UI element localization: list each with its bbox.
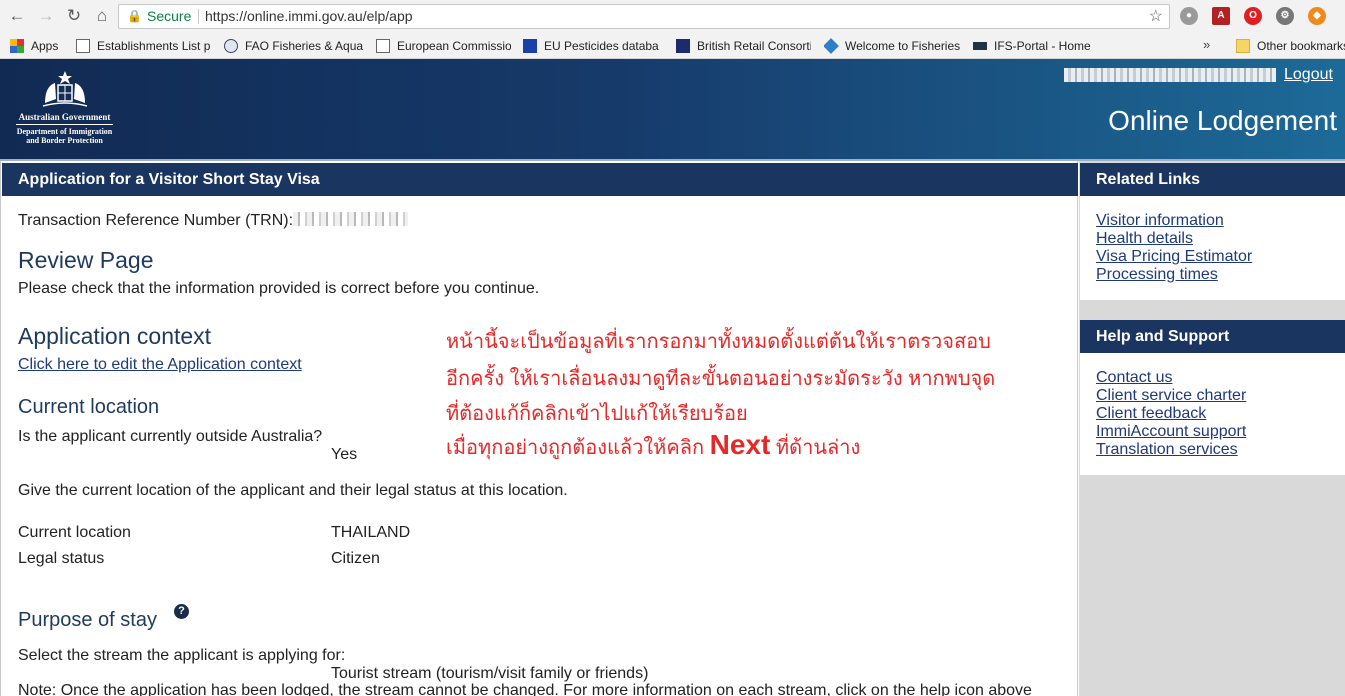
stream-note: Note: Once the application has been lodg… (18, 682, 1032, 696)
lock-icon: 🔒 (127, 9, 142, 23)
url-separator (198, 9, 199, 24)
more-bookmarks-chevron-icon[interactable]: » (1203, 37, 1210, 52)
bookmark-item[interactable]: EU Pesticides databa (523, 38, 663, 54)
legal-status-value: Citizen (331, 550, 380, 567)
annotation-line-3: ที่ต้องแก้ก็คลิกเข้าไปแก้ให้เรียบร้อย (446, 403, 748, 425)
annotation-line-4: เมื่อทุกอย่างถูกต้องแล้วให้คลิก Next ที่… (446, 429, 860, 463)
visitor-information-link[interactable]: Visitor information (1096, 212, 1252, 230)
client-feedback-link[interactable]: Client feedback (1096, 405, 1246, 423)
current-location-label: Current location (18, 524, 131, 541)
site-header: Australian Government Department of Immi… (0, 59, 1345, 160)
visa-pricing-estimator-link[interactable]: Visa Pricing Estimator (1096, 248, 1252, 266)
bookmark-item[interactable]: Establishments List p (76, 38, 213, 54)
current-location-value: THAILAND (331, 524, 411, 541)
globe-icon (224, 39, 238, 53)
review-description: Please check that the information provid… (18, 280, 540, 297)
home-icon[interactable]: ⌂ (91, 5, 113, 27)
related-links-list: Visitor information Health details Visa … (1096, 212, 1252, 284)
coat-of-arms-icon (42, 71, 87, 107)
brc-icon (676, 39, 690, 53)
dept-line-2: and Border Protection (26, 136, 103, 145)
redacted-username (1064, 68, 1276, 82)
crest-divider (16, 124, 113, 125)
ifs-icon (973, 42, 987, 50)
bookmark-star-icon[interactable]: ☆ (1149, 5, 1163, 28)
bookmark-item[interactable]: European Commissio (376, 38, 511, 54)
page-icon (76, 39, 90, 53)
url-text[interactable]: https://online.immi.gov.au/elp/app (205, 5, 413, 28)
other-bookmarks[interactable]: Other bookmarks (1236, 38, 1345, 54)
edit-application-context-link[interactable]: Click here to edit the Application conte… (18, 356, 302, 374)
eu-flag-icon (523, 39, 537, 53)
opera-extension-icon[interactable]: O (1244, 7, 1262, 25)
app-title: Online Lodgement (1108, 105, 1337, 136)
help-support-panel: Help and Support Contact us Client servi… (1080, 320, 1345, 475)
address-bar[interactable]: 🔒 Secure https://online.immi.gov.au/elp/… (118, 4, 1170, 29)
bookmarks-bar: Apps Establishments List p FAO Fisheries… (0, 33, 1345, 59)
help-support-heading: Help and Support (1080, 320, 1345, 353)
pdf-extension-icon[interactable]: A (1212, 7, 1230, 25)
sidebar: Related Links Visitor information Health… (1079, 161, 1345, 696)
main-panel: Application for a Visitor Short Stay Vis… (0, 161, 1078, 696)
bookmark-item[interactable]: IFS-Portal - Home (973, 38, 1093, 54)
browser-toolbar: ← → ↻ ⌂ 🔒 Secure https://online.immi.gov… (0, 0, 1345, 33)
extension-orange-icon[interactable]: ◆ (1308, 7, 1326, 25)
help-question-icon[interactable]: ? (174, 604, 189, 619)
related-links-panel: Related Links Visitor information Health… (1080, 163, 1345, 300)
health-details-link[interactable]: Health details (1096, 230, 1252, 248)
review-page-title: Review Page (18, 247, 154, 273)
redacted-trn (293, 212, 408, 226)
secure-label: Secure (147, 8, 192, 24)
location-description: Give the current location of the applica… (18, 482, 568, 499)
help-links-list: Contact us Client service charter Client… (1096, 369, 1246, 459)
dept-line-1: Department of Immigration (16, 127, 113, 136)
annotation-line-4-start: เมื่อทุกอย่างถูกต้องแล้วให้คลิก (446, 437, 710, 459)
annotation-line-4-end: ที่ด้านล่าง (770, 437, 861, 459)
logout-link[interactable]: Logout (1284, 66, 1333, 84)
back-arrow-icon[interactable]: ← (6, 5, 28, 27)
bookmark-apps[interactable]: Apps (10, 38, 80, 54)
translation-services-link[interactable]: Translation services (1096, 441, 1246, 459)
outside-australia-answer: Yes (331, 446, 358, 463)
bookmark-item[interactable]: Welcome to Fisheries (824, 38, 962, 54)
page-icon (376, 39, 390, 53)
apps-grid-icon (10, 39, 24, 53)
purpose-of-stay-title: Purpose of stay (18, 609, 157, 631)
application-heading: Application for a Visitor Short Stay Vis… (2, 163, 1078, 196)
immiaccount-support-link[interactable]: ImmiAccount support (1096, 423, 1246, 441)
bookmark-item[interactable]: British Retail Consorti (676, 38, 811, 54)
legal-status-label: Legal status (18, 550, 105, 567)
extension-globe-icon[interactable]: ● (1180, 7, 1198, 25)
annotation-line-1: หน้านี้จะเป็นข้อมูลที่เรากรอกมาทั้งหมดตั… (446, 331, 991, 353)
stream-question: Select the stream the applicant is apply… (18, 647, 346, 664)
forward-arrow-icon[interactable]: → (35, 5, 57, 27)
client-service-charter-link[interactable]: Client service charter (1096, 387, 1246, 405)
related-links-heading: Related Links (1080, 163, 1345, 196)
reload-icon[interactable]: ↻ (63, 5, 85, 27)
processing-times-link[interactable]: Processing times (1096, 266, 1252, 284)
current-location-title: Current location (18, 396, 160, 418)
application-context-title: Application context (18, 323, 212, 349)
annotation-line-2: อีกครั้ง ให้เราเลื่อนลงมาดูทีละขั้นตอนอย… (446, 368, 996, 390)
government-crest-logo: Australian Government Department of Immi… (12, 69, 117, 157)
trn-label: Transaction Reference Number (TRN): (18, 212, 294, 229)
bookmark-item[interactable]: FAO Fisheries & Aqua (224, 38, 364, 54)
fish-icon (824, 38, 839, 54)
gov-line: Australian Government (18, 112, 111, 122)
stream-answer: Tourist stream (tourism/visit family or … (331, 665, 649, 682)
annotation-next-word: Next (709, 429, 771, 460)
folder-icon (1236, 39, 1250, 53)
outside-australia-question: Is the applicant currently outside Austr… (18, 428, 323, 445)
contact-us-link[interactable]: Contact us (1096, 369, 1246, 387)
extension-gear-icon[interactable]: ⚙ (1276, 7, 1294, 25)
